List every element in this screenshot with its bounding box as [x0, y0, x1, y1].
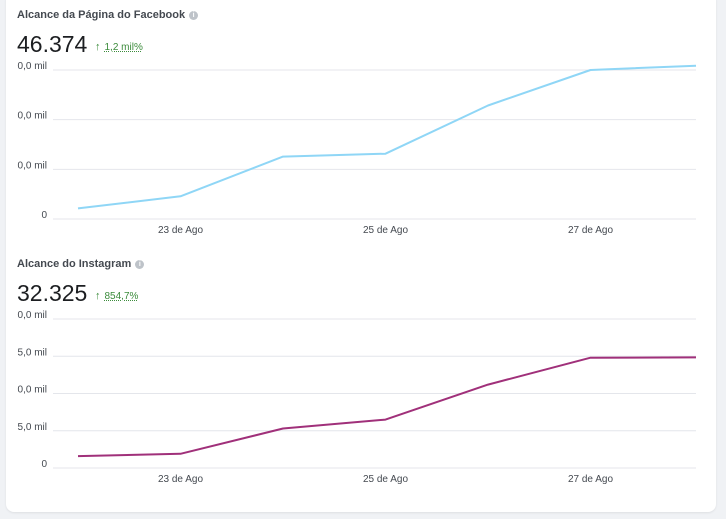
- instagram-reach-chart: 0,0 mil 5,0 mil 0,0 mil 5,0 mil 0 23 de Ago 25…: [18, 310, 697, 485]
- x-tick-label: 23 de Ago: [158, 474, 203, 485]
- facebook-reach-title: Alcance da Página do Facebook i: [17, 9, 199, 21]
- series-line[interactable]: [77, 356, 697, 458]
- instagram-reach-title-text: Alcance do Instagram: [17, 258, 132, 270]
- x-tick-label: 23 de Ago: [158, 225, 203, 236]
- facebook-reach-chart: 0,0 mil 0,0 mil 0,0 mil 0 23 de Ago 25 de Ago…: [18, 61, 697, 236]
- facebook-reach-value: 46.374: [17, 31, 88, 57]
- instagram-reach-value: 32.325: [17, 280, 88, 306]
- x-tick-label: 27 de Ago: [568, 474, 613, 485]
- y-tick-label: 5,0 mil: [18, 422, 47, 433]
- instagram-reach-title: Alcance do Instagram i: [17, 258, 145, 270]
- y-tick-label: 0,0 mil: [18, 310, 47, 321]
- info-icon[interactable]: i: [189, 10, 199, 20]
- instagram-reach-delta: ↑ 854,7%: [95, 290, 138, 302]
- x-tick-label: 25 de Ago: [363, 474, 408, 485]
- facebook-reach-title-text: Alcance da Página do Facebook: [17, 9, 186, 21]
- y-tick-label: 0,0 mil: [18, 385, 47, 396]
- x-tick-label: 25 de Ago: [363, 225, 408, 236]
- y-tick-label: 0,0 mil: [18, 160, 47, 171]
- y-tick-label: 0: [41, 210, 47, 221]
- y-tick-label: 0,0 mil: [18, 61, 47, 72]
- y-tick-label: 5,0 mil: [18, 347, 47, 358]
- arrow-up-icon: ↑: [95, 290, 101, 302]
- y-tick-label: 0,0 mil: [18, 111, 47, 122]
- arrow-up-icon: ↑: [95, 41, 101, 53]
- instagram-reach-delta-value[interactable]: 854,7%: [105, 291, 139, 302]
- facebook-reach-delta-value[interactable]: 1,2 mil%: [105, 42, 143, 53]
- info-icon[interactable]: i: [135, 259, 145, 269]
- series-line[interactable]: [77, 64, 697, 210]
- x-tick-label: 27 de Ago: [568, 225, 613, 236]
- y-tick-label: 0: [41, 459, 47, 470]
- facebook-reach-delta: ↑ 1,2 mil%: [95, 41, 143, 53]
